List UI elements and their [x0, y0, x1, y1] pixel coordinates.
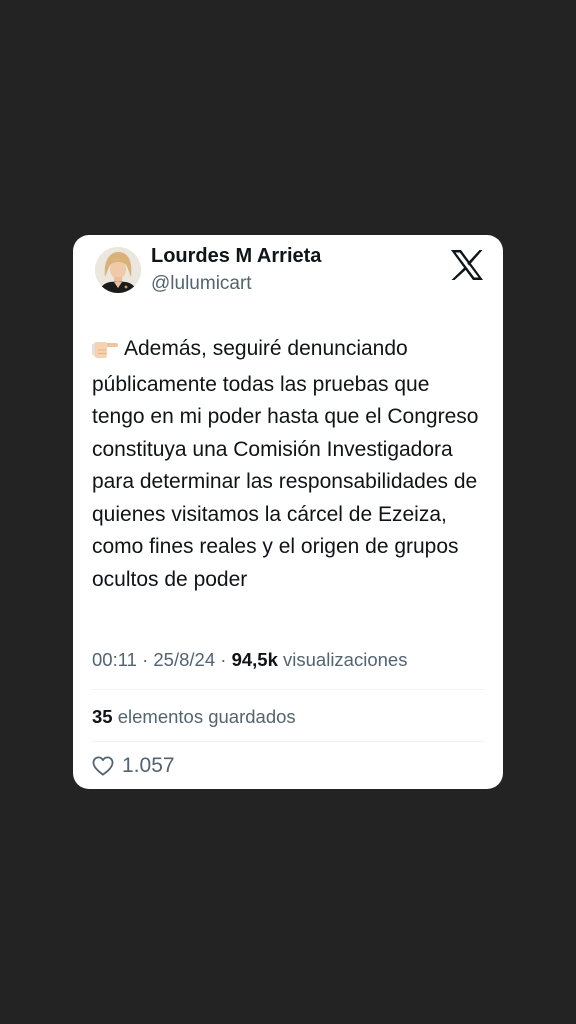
x-logo-icon[interactable]: [450, 249, 484, 281]
author-name[interactable]: Lourdes M Arrieta: [151, 245, 321, 268]
likes-count: 1.057: [122, 754, 175, 777]
tweet-text: Además, seguiré denunciando públicamente…: [92, 337, 479, 591]
pointing-right-emoji-icon: [92, 336, 119, 369]
story-background: Lourdes M Arrieta @lulumicart Además, se…: [0, 0, 576, 1024]
views-label: visualizaciones: [283, 649, 408, 670]
tweet-meta: 00:11 · 25/8/24 · 94,5k visualizaciones: [92, 649, 407, 671]
heart-icon: [92, 756, 114, 776]
bookmarks-count: 35: [92, 706, 113, 727]
views-count: 94,5k: [231, 649, 278, 670]
tweet-time[interactable]: 00:11: [92, 649, 137, 670]
divider: [92, 689, 484, 690]
author-handle[interactable]: @lulumicart: [151, 273, 252, 295]
tweet-card: Lourdes M Arrieta @lulumicart Además, se…: [73, 235, 503, 789]
tweet-body: Además, seguiré denunciando públicamente…: [92, 333, 487, 596]
meta-separator: ·: [220, 649, 227, 670]
divider: [92, 741, 484, 742]
meta-separator: ·: [142, 649, 149, 670]
like-button[interactable]: 1.057: [92, 751, 175, 781]
tweet-date[interactable]: 25/8/24: [153, 649, 215, 670]
avatar[interactable]: [95, 247, 141, 293]
bookmarks-stat[interactable]: 35 elementos guardados: [92, 706, 296, 728]
bookmarks-label: elementos guardados: [117, 706, 296, 727]
